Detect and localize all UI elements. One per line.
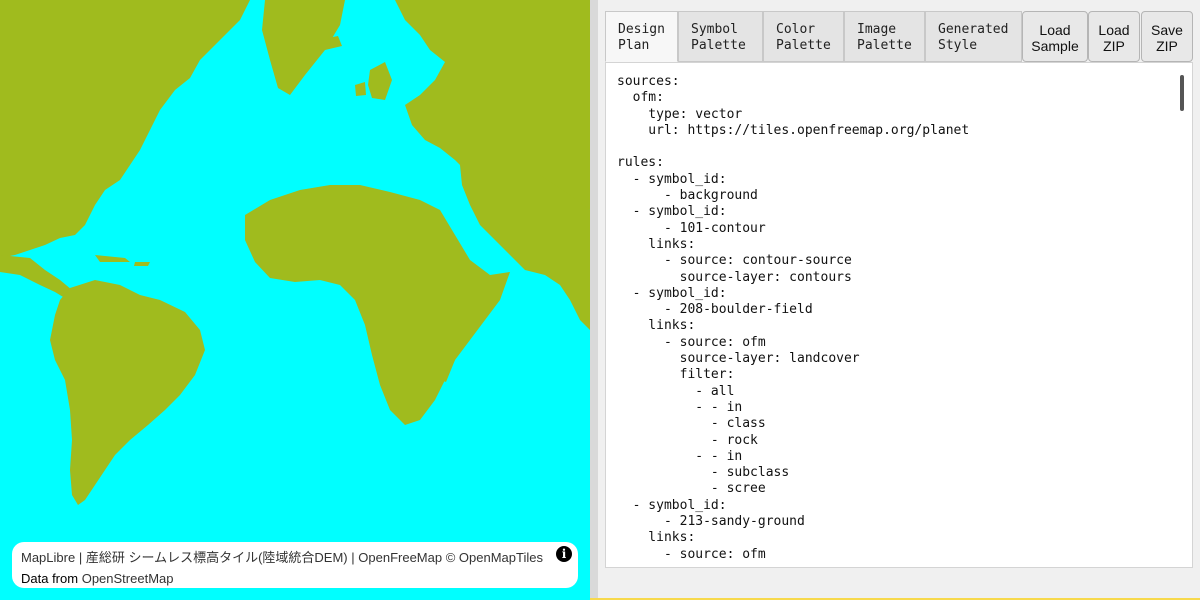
north-america-landmass xyxy=(0,0,250,258)
tab-symbol-palette[interactable]: Symbol Palette xyxy=(678,11,763,62)
africa-landmass xyxy=(245,185,510,425)
tab-generated-style[interactable]: Generated Style xyxy=(925,11,1022,62)
data-from-label: Data from xyxy=(21,571,79,586)
world-map xyxy=(0,0,590,505)
editor-panel: Design Plan Symbol Palette Color Palette… xyxy=(598,0,1200,600)
tab-bar: Design Plan Symbol Palette Color Palette… xyxy=(605,11,1022,62)
load-zip-button[interactable]: Load ZIP xyxy=(1088,11,1140,62)
info-icon[interactable]: i xyxy=(556,546,572,562)
tab-color-palette[interactable]: Color Palette xyxy=(763,11,844,62)
attribution-line-1: MapLibre | 産総研 シームレス標高タイル(陸域統合DEM) | Ope… xyxy=(21,547,548,568)
central-america-landmass xyxy=(0,255,72,300)
attribution-line-2: Data from OpenStreetMap xyxy=(21,568,548,589)
editor-content[interactable]: sources: ofm: type: vector url: https://… xyxy=(606,63,1192,563)
openfreemap-link[interactable]: OpenFreeMap xyxy=(358,550,442,565)
separator: | xyxy=(351,550,355,565)
openmaptiles-link[interactable]: © OpenMapTiles xyxy=(446,550,543,565)
map-canvas[interactable]: MapLibre | 産総研 シームレス標高タイル(陸域統合DEM) | Ope… xyxy=(0,0,590,600)
south-america-landmass xyxy=(50,280,205,505)
gsi-dem-link[interactable]: 産総研 シームレス標高タイル(陸域統合DEM) xyxy=(86,550,348,565)
maplibre-link[interactable]: MapLibre xyxy=(21,550,75,565)
tab-image-palette[interactable]: Image Palette xyxy=(844,11,925,62)
load-sample-button[interactable]: Load Sample xyxy=(1022,11,1088,62)
split-divider[interactable] xyxy=(590,0,598,600)
editor-scrollbar[interactable] xyxy=(1180,75,1184,111)
map-attribution: MapLibre | 産総研 シームレス標高タイル(陸域統合DEM) | Ope… xyxy=(12,542,578,588)
separator: | xyxy=(78,550,83,565)
openstreetmap-link[interactable]: OpenStreetMap xyxy=(82,571,174,586)
yaml-editor[interactable]: sources: ofm: type: vector url: https://… xyxy=(605,62,1193,568)
save-zip-button[interactable]: Save ZIP xyxy=(1141,11,1193,62)
tab-design-plan[interactable]: Design Plan xyxy=(605,11,678,62)
